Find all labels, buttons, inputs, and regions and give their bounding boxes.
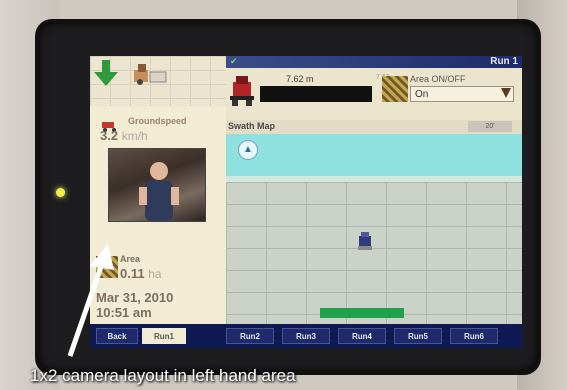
power-led-icon (56, 188, 65, 197)
tab-run5[interactable]: Run5 (394, 328, 442, 344)
tab-run3[interactable]: Run3 (282, 328, 330, 344)
groundspeed-readout: 3.2 km/h (100, 128, 148, 143)
zoom-level[interactable]: 20' (468, 121, 512, 132)
area-toggle-icon (382, 76, 408, 102)
tab-run4[interactable]: Run4 (338, 328, 386, 344)
tab-run2[interactable]: Run2 (226, 328, 274, 344)
map-title: Swath Map (228, 121, 276, 131)
left-toolbar (90, 56, 226, 106)
area-toggle-label: Area ON/OFF (410, 74, 466, 84)
map-ground-grid (226, 182, 522, 324)
tab-run1[interactable]: Run1 (142, 328, 186, 344)
arrow-down-icon[interactable] (94, 60, 118, 86)
groundspeed-unit: km/h (121, 129, 148, 143)
groundspeed-value: 3.2 (100, 128, 119, 143)
camera-person-image (139, 162, 179, 221)
dropdown-arrow-icon[interactable] (501, 88, 511, 98)
display-screen: Groundspeed 3.2 km/h Area 0.11 ha Mar 31… (90, 56, 522, 348)
vehicle-marker-icon (358, 232, 372, 250)
area-toggle-value: On (415, 89, 429, 100)
map-header: Swath Map 20' (226, 120, 522, 135)
distance-bar (260, 86, 372, 102)
map-sky (226, 134, 522, 176)
annotation-arrow-icon (67, 244, 114, 357)
area-value: 0.11 (120, 266, 145, 281)
tab-run6[interactable]: Run6 (450, 328, 498, 344)
red-tractor-icon[interactable] (230, 76, 254, 106)
top-bar: ✔ Run 1 (226, 56, 522, 68)
caption-text: 1x2 camera layout in left hand area (30, 366, 296, 385)
run-title: Run 1 (490, 56, 518, 67)
area-readout: 0.11 ha (120, 266, 162, 281)
compass-icon[interactable]: ▲ (238, 140, 258, 160)
coverage-bar (320, 308, 404, 318)
area-unit: ha (148, 267, 162, 281)
machine-icon[interactable] (130, 60, 170, 86)
area-toggle-select[interactable]: On (410, 86, 514, 102)
distance-value: 7.62 m (286, 74, 314, 84)
bottom-tab-bar: Back Run1 Run2 Run3 Run4 Run5 Run6 (90, 324, 522, 348)
swath-map[interactable]: ▲ (226, 134, 522, 324)
check-icon: ✔ (230, 56, 238, 66)
swath-status-strip: 7.62 m 7.62 Area ON/OFF On (226, 68, 522, 120)
groundspeed-label: Groundspeed (128, 116, 187, 126)
camera-feed[interactable] (108, 148, 206, 222)
area-label: Area (120, 254, 141, 264)
